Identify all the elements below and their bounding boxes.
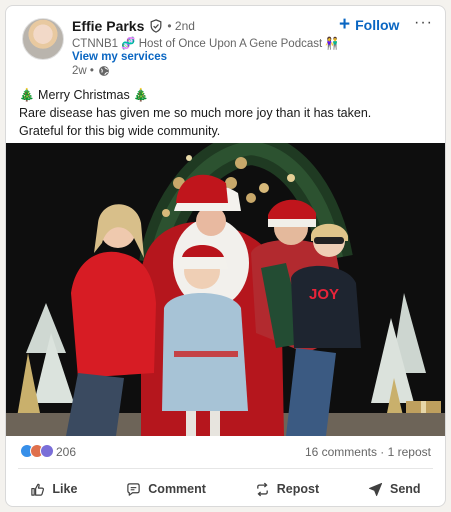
repost-button[interactable]: Repost <box>247 476 327 503</box>
author-name-row: Effie Parks • 2nd <box>72 17 195 35</box>
avatar[interactable] <box>22 18 64 60</box>
post-photo[interactable]: JOY <box>6 143 445 436</box>
like-label: Like <box>52 482 78 496</box>
send-button[interactable]: Send <box>360 476 429 503</box>
follow-label: Follow <box>355 17 400 33</box>
social-counts: 206 16 comments · 1 repost <box>6 444 445 462</box>
verified-badge-icon <box>150 19 162 33</box>
plus-icon: + <box>339 14 351 35</box>
post-timestamp: 2w • <box>72 65 94 77</box>
comments-reposts-count[interactable]: 16 comments · 1 repost <box>305 445 431 459</box>
post-meta: 2w • <box>72 65 110 77</box>
support-reaction-icon <box>40 444 54 458</box>
globe-icon <box>99 66 109 76</box>
author-name[interactable]: Effie Parks <box>72 18 144 34</box>
christmas-family-photo: JOY <box>6 143 445 436</box>
divider <box>18 468 433 469</box>
comment-label: Comment <box>148 482 206 496</box>
author-headline: CTNNB1 🧬 Host of Once Upon A Gene Podcas… <box>72 38 337 50</box>
more-options-button[interactable]: ··· <box>414 14 433 32</box>
post-text-line: 🎄 Merry Christmas 🎄 <box>19 88 149 102</box>
joy-shirt-text: JOY <box>309 286 339 303</box>
thumbs-up-icon <box>31 483 45 496</box>
reaction-count[interactable]: 206 <box>56 445 76 459</box>
like-button[interactable]: Like <box>22 476 85 503</box>
feed-post-card: Effie Parks • 2nd CTNNB1 🧬 Host of Once … <box>5 5 446 507</box>
comment-icon <box>127 482 141 496</box>
connection-degree: • 2nd <box>167 19 195 33</box>
post-text: 🎄 Merry Christmas 🎄 Rare disease has giv… <box>19 86 371 140</box>
post-text-line: Grateful for this big wide community. <box>19 124 221 138</box>
repost-icon <box>256 482 268 496</box>
send-label: Send <box>390 482 421 496</box>
post-actions-bar: Like Comment Repost Send <box>6 472 445 506</box>
repost-label: Repost <box>276 482 320 496</box>
view-services-link[interactable]: View my services <box>72 51 167 63</box>
send-icon <box>368 482 383 496</box>
comment-button[interactable]: Comment <box>118 476 214 503</box>
post-text-line: Rare disease has given me so much more j… <box>19 106 372 120</box>
reaction-icons[interactable] <box>20 444 54 458</box>
follow-button[interactable]: + Follow <box>339 14 400 35</box>
post-header: Effie Parks • 2nd CTNNB1 🧬 Host of Once … <box>6 6 445 84</box>
